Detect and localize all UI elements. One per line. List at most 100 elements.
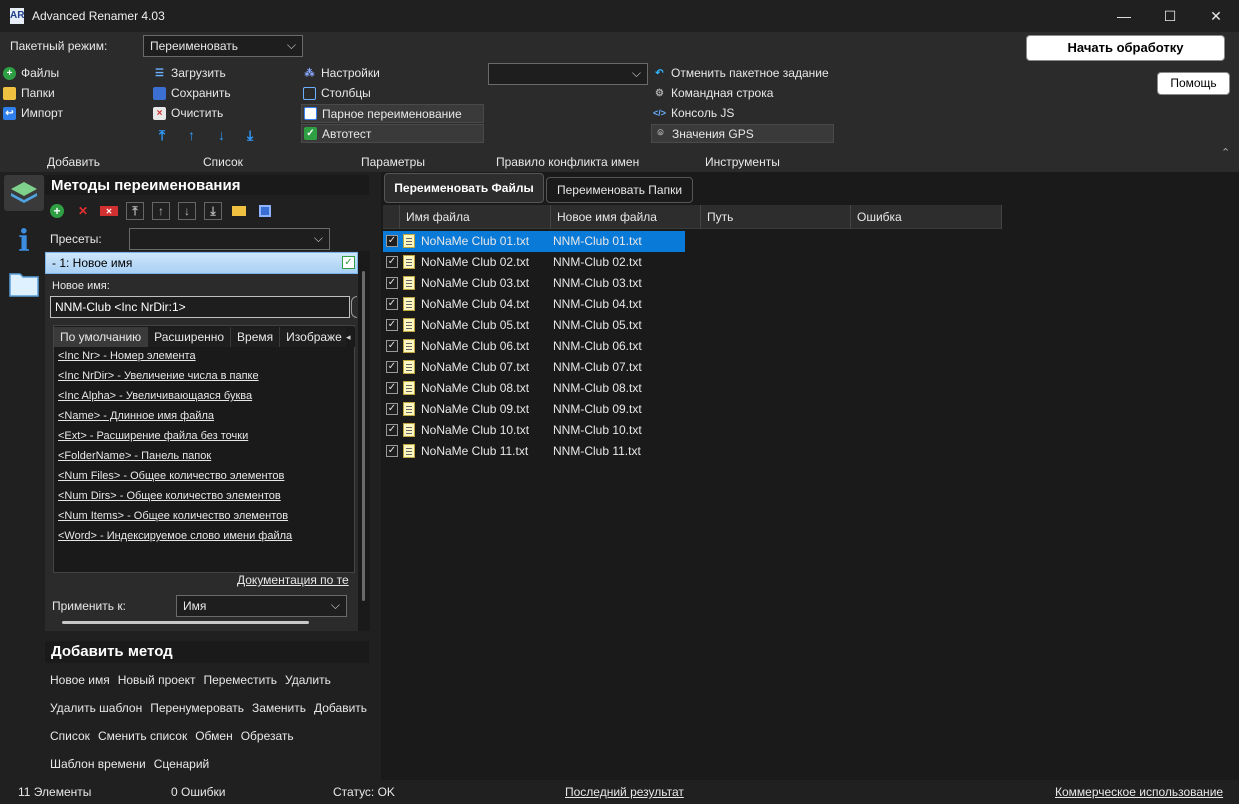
row-checkbox[interactable]: ✓ xyxy=(386,340,398,352)
tag-link[interactable]: <Inc Alpha> - Увеличивающаяся буква xyxy=(58,390,292,410)
new-name-input[interactable]: NNM-Club <Inc NrDir:1> xyxy=(50,296,350,318)
move-down-icon[interactable]: ↓ xyxy=(178,202,196,220)
collapse-ribbon-icon[interactable]: ⌃ xyxy=(1221,146,1230,159)
apply-to-select[interactable]: Имя ⌵ xyxy=(176,595,347,617)
method-renumber[interactable]: Перенумеровать xyxy=(150,701,244,715)
method-replace[interactable]: Заменить xyxy=(252,701,306,715)
tag-link[interactable]: <Num Items> - Общее количество элементов xyxy=(58,510,292,530)
tab-default[interactable]: По умолчанию xyxy=(54,327,149,347)
move-top-icon[interactable]: ⤒ xyxy=(159,127,171,144)
row-checkbox[interactable]: ✓ xyxy=(386,235,398,247)
table-row[interactable]: ✓ NoNaMe Club 01.txt NNM-Club 01.txt xyxy=(383,231,685,252)
presets-select[interactable]: ⌵ xyxy=(129,228,330,250)
cancel-batch-button[interactable]: ↶ Отменить пакетное задание xyxy=(653,66,828,80)
batch-mode-select[interactable]: Переименовать ⌵ xyxy=(143,35,303,57)
method-remove[interactable]: Удалить xyxy=(285,673,331,687)
table-row[interactable]: ✓ NoNaMe Club 03.txt NNM-Club 03.txt xyxy=(383,273,685,294)
add-files-button[interactable]: + Файлы xyxy=(3,66,59,80)
tag-link[interactable]: <Inc Nr> - Номер элемента xyxy=(58,350,292,370)
tag-link[interactable]: <Word> - Индексируемое слово имени файла xyxy=(58,530,292,550)
tag-link[interactable]: <Num Files> - Общее количество элементов xyxy=(58,470,292,490)
row-checkbox[interactable]: ✓ xyxy=(386,382,398,394)
tag-link[interactable]: <FolderName> - Панель папок xyxy=(58,450,292,470)
js-console-button[interactable]: </> Консоль JS xyxy=(653,106,734,120)
command-line-button[interactable]: ⚙ Командная строка xyxy=(653,86,773,100)
folder-view-button[interactable] xyxy=(4,268,44,304)
tag-link[interactable]: <Name> - Длинное имя файла xyxy=(58,410,292,430)
method-remove-pattern[interactable]: Удалить шаблон xyxy=(50,701,142,715)
load-button[interactable]: ☰ Загрузить xyxy=(153,66,226,80)
method-timestamp[interactable]: Шаблон времени xyxy=(50,757,146,771)
table-row[interactable]: ✓ NoNaMe Club 07.txt NNM-Club 07.txt xyxy=(383,357,685,378)
scrollbar-thumb[interactable] xyxy=(362,271,365,601)
move-up-icon[interactable]: ↑ xyxy=(188,127,200,143)
table-row[interactable]: ✓ NoNaMe Club 04.txt NNM-Club 04.txt xyxy=(383,294,685,315)
method-add[interactable]: Добавить xyxy=(314,701,367,715)
input-side-button[interactable] xyxy=(351,296,357,318)
row-checkbox[interactable]: ✓ xyxy=(386,445,398,457)
settings-button[interactable]: ⁂ Настройки xyxy=(303,66,380,80)
tag-link[interactable]: <Inc NrDir> - Увеличение числа в папке xyxy=(58,370,292,390)
column-header-check[interactable] xyxy=(383,205,400,229)
method-list-replace[interactable]: Сменить список xyxy=(98,729,187,743)
column-header-path[interactable]: Путь xyxy=(701,205,851,229)
move-up-icon[interactable]: ↑ xyxy=(152,202,170,220)
move-bottom-icon[interactable]: ⤓ xyxy=(204,202,222,220)
close-button[interactable]: ✕ xyxy=(1193,0,1239,32)
save-button[interactable]: Сохранить xyxy=(153,86,231,100)
pair-rename-toggle[interactable]: Парное переименование xyxy=(301,104,484,123)
row-checkbox[interactable]: ✓ xyxy=(386,319,398,331)
table-row[interactable]: ✓ NoNaMe Club 06.txt NNM-Club 06.txt xyxy=(383,336,685,357)
table-row[interactable]: ✓ NoNaMe Club 11.txt NNM-Club 11.txt xyxy=(383,441,685,462)
column-header-error[interactable]: Ошибка xyxy=(851,205,1002,229)
columns-button[interactable]: Столбцы xyxy=(303,86,371,100)
method-new-name[interactable]: Новое имя xyxy=(50,673,110,687)
minimize-button[interactable]: — xyxy=(1101,0,1147,32)
column-header-new-filename[interactable]: Новое имя файла xyxy=(551,205,701,229)
maximize-button[interactable]: ☐ xyxy=(1147,0,1193,32)
delete-method-icon[interactable]: ✕ xyxy=(74,202,92,220)
method-swap[interactable]: Обмен xyxy=(195,729,233,743)
save-icon[interactable] xyxy=(256,202,274,220)
info-icon[interactable]: i xyxy=(4,224,44,260)
methods-view-button[interactable] xyxy=(4,175,44,211)
tab-rename-files[interactable]: Переименовать Файлы xyxy=(384,173,544,203)
column-header-filename[interactable]: Имя файла xyxy=(400,205,551,229)
clear-button[interactable]: × Очистить xyxy=(153,106,223,120)
table-row[interactable]: ✓ NoNaMe Club 05.txt NNM-Club 05.txt xyxy=(383,315,685,336)
method-enabled-checkbox[interactable]: ✓ xyxy=(342,256,355,269)
tab-scroll-left-icon[interactable]: ◂ xyxy=(346,327,355,347)
move-down-icon[interactable]: ↓ xyxy=(218,127,230,143)
method-move[interactable]: Переместить xyxy=(204,673,278,687)
method-trim[interactable]: Обрезать xyxy=(241,729,294,743)
import-button[interactable]: ↩ Импорт xyxy=(3,106,63,120)
row-checkbox[interactable]: ✓ xyxy=(386,298,398,310)
method-script[interactable]: Сценарий xyxy=(154,757,209,771)
start-processing-button[interactable]: Начать обработку xyxy=(1026,35,1225,61)
row-checkbox[interactable]: ✓ xyxy=(386,424,398,436)
add-folders-button[interactable]: Папки xyxy=(3,86,55,100)
table-row[interactable]: ✓ NoNaMe Club 10.txt NNM-Club 10.txt xyxy=(383,420,685,441)
tab-rename-folders[interactable]: Переименовать Папки xyxy=(546,177,693,203)
tag-link[interactable]: <Num Dirs> - Общее количество элементов xyxy=(58,490,292,510)
last-result-link[interactable]: Последний результат xyxy=(565,785,684,799)
method-scrollbar[interactable] xyxy=(358,251,370,631)
tab-time[interactable]: Время xyxy=(231,327,281,347)
table-row[interactable]: ✓ NoNaMe Club 08.txt NNM-Club 08.txt xyxy=(383,378,685,399)
tag-link[interactable]: <Ext> - Расширение файла без точки xyxy=(58,430,292,450)
help-button[interactable]: Помощь xyxy=(1157,72,1230,95)
gps-values-button[interactable]: ⌾ Значения GPS xyxy=(651,124,834,143)
row-checkbox[interactable]: ✓ xyxy=(386,361,398,373)
horizontal-scrollbar[interactable] xyxy=(62,621,309,624)
delete-all-icon[interactable]: ✕ xyxy=(100,206,118,216)
table-row[interactable]: ✓ NoNaMe Club 09.txt NNM-Club 09.txt xyxy=(383,399,685,420)
table-row[interactable]: ✓ NoNaMe Club 02.txt NNM-Club 02.txt xyxy=(383,252,685,273)
tab-advanced[interactable]: Расширенно xyxy=(148,327,232,347)
move-top-icon[interactable]: ⤒ xyxy=(126,202,144,220)
method-new-project[interactable]: Новый проект xyxy=(118,673,196,687)
row-checkbox[interactable]: ✓ xyxy=(386,277,398,289)
move-bottom-icon[interactable]: ⤓ xyxy=(247,127,259,144)
tab-image[interactable]: Изображе xyxy=(280,327,349,347)
method-header[interactable]: - 1: Новое имя ✓ xyxy=(45,252,358,274)
row-checkbox[interactable]: ✓ xyxy=(386,256,398,268)
